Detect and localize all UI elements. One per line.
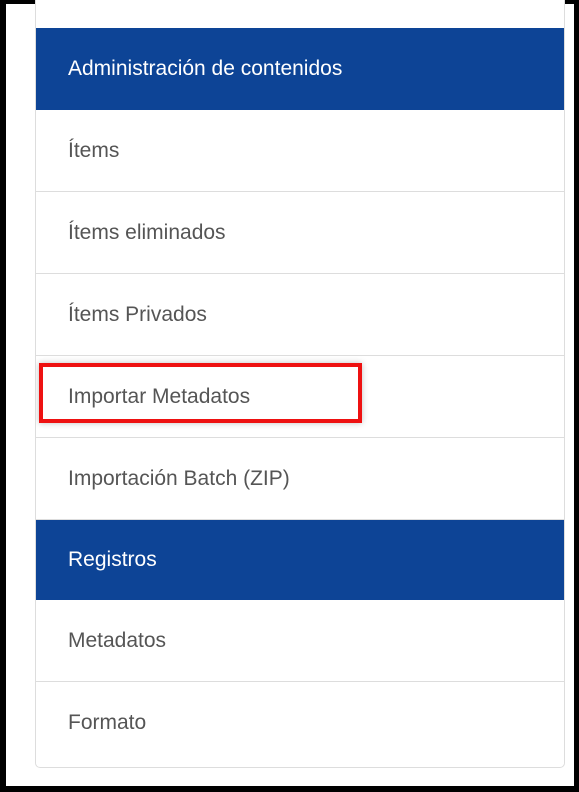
menu-item-metadata[interactable]: Metadatos <box>36 600 564 682</box>
screenshot-frame: Administración de contenidos Ítems Ítems… <box>0 0 579 792</box>
menu-item-format[interactable]: Formato <box>36 682 564 764</box>
menu-item-label: Ítems Privados <box>68 303 207 326</box>
sidebar-panel: Administración de contenidos Ítems Ítems… <box>35 0 565 768</box>
panel-top-spacer <box>36 0 564 28</box>
section-header-registros: Registros <box>36 520 564 600</box>
menu-item-label: Formato <box>68 711 147 734</box>
menu-item-items[interactable]: Ítems <box>36 110 564 192</box>
menu-item-label: Importación Batch (ZIP) <box>68 467 290 490</box>
menu-item-label: Importar Metadatos <box>68 385 251 408</box>
menu-item-deleted-items[interactable]: Ítems eliminados <box>36 192 564 274</box>
menu-item-import-metadata[interactable]: Importar Metadatos <box>36 356 564 438</box>
section-header-content-admin: Administración de contenidos <box>36 28 564 110</box>
menu-item-label: Ítems <box>68 139 120 162</box>
menu-item-label: Ítems eliminados <box>68 221 226 244</box>
menu-item-private-items[interactable]: Ítems Privados <box>36 274 564 356</box>
menu-item-label: Metadatos <box>68 629 167 652</box>
menu-item-batch-import-zip[interactable]: Importación Batch (ZIP) <box>36 438 564 520</box>
